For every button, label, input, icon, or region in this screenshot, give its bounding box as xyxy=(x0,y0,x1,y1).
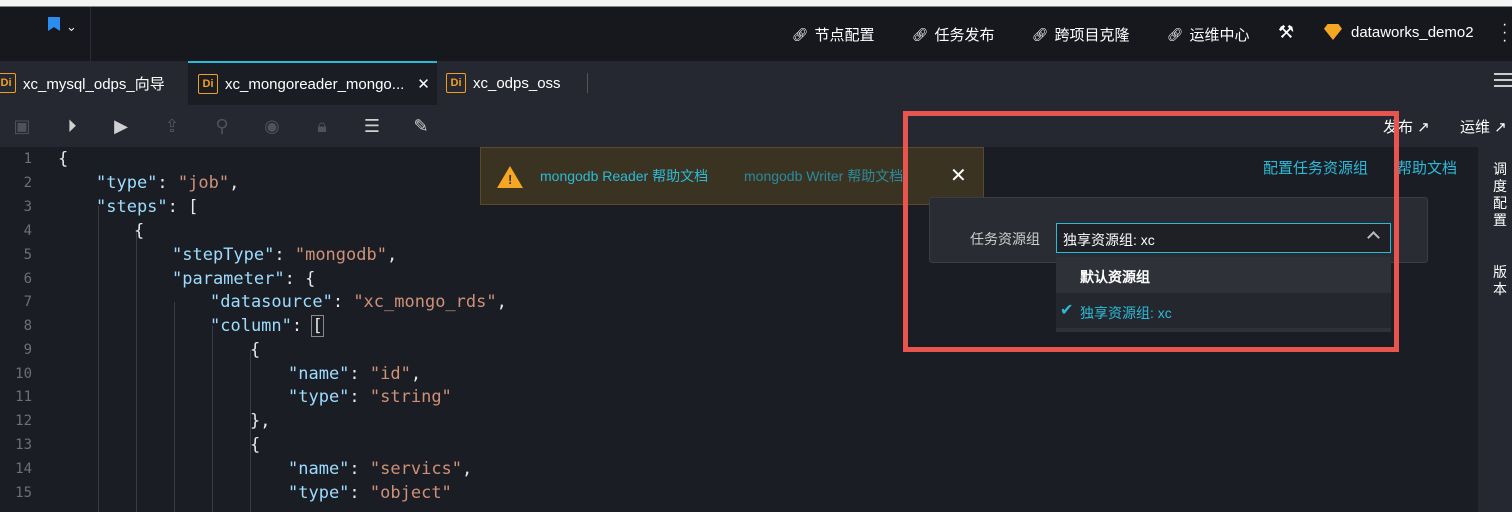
tab-divider xyxy=(587,73,588,93)
code-line: "parameter": { xyxy=(172,269,316,289)
line-number: 10 xyxy=(15,366,32,382)
run-icon[interactable]: ⏵︎ xyxy=(60,114,84,138)
code-line: "name": "id", xyxy=(288,364,422,384)
line-number: 5 xyxy=(23,247,32,263)
bookmark-icon[interactable] xyxy=(48,17,60,31)
code-line: { xyxy=(134,221,145,241)
indent-guide xyxy=(212,326,213,512)
stop-icon[interactable]: ◉ xyxy=(260,114,284,138)
wrench-icon[interactable]: ⚒ xyxy=(1278,22,1294,43)
tab-xc-mongoreader[interactable]: Di xc_mongoreader_mongo... ✕ xyxy=(188,61,437,105)
code-line: "column": [ xyxy=(210,315,324,337)
di-node-icon: Di xyxy=(446,73,466,93)
line-number: 12 xyxy=(15,413,32,429)
mongodb-writer-help-link[interactable]: mongodb Writer 帮助文档 xyxy=(744,166,903,186)
line-number: 2 xyxy=(23,175,32,191)
edit-tool-icon[interactable]: ✎ xyxy=(409,114,433,138)
tab-xc-mysql-odps[interactable]: Di xc_mysql_odps_向导 xyxy=(0,61,186,105)
code-line: "stepType": "mongodb", xyxy=(172,245,398,265)
ops-button[interactable]: 运维 ↗ xyxy=(1460,116,1507,137)
lock-icon[interactable]: 🔒︎ xyxy=(310,114,334,138)
diamond-icon xyxy=(1324,24,1342,40)
line-number: 1 xyxy=(23,151,32,167)
close-tab-icon[interactable]: ✕ xyxy=(417,75,430,93)
menu-icon[interactable] xyxy=(1494,73,1512,87)
di-node-icon: Di xyxy=(0,73,16,93)
code-line: { xyxy=(250,435,261,455)
link-icon: 🔗︎ xyxy=(792,26,809,42)
indent-guide xyxy=(98,206,99,512)
line-number: 7 xyxy=(23,294,32,310)
warning-icon xyxy=(497,166,523,188)
code-line: "type": "object" xyxy=(288,483,452,503)
run-with-params-icon[interactable]: ▶︎ xyxy=(109,114,133,138)
indent-guide xyxy=(136,231,137,512)
more-menu-icon[interactable]: · · · xyxy=(1502,17,1507,49)
header-divider xyxy=(90,7,91,61)
format-code-icon[interactable]: ☰ xyxy=(360,114,384,138)
link-icon: 🔗︎ xyxy=(1167,26,1184,42)
file-tab-bar: Di xc_mysql_odps_向导 Di xc_mongoreader_mo… xyxy=(0,61,1512,105)
code-line: "steps": [ xyxy=(96,197,199,217)
line-number: 9 xyxy=(23,342,32,358)
code-line: "datasource": "xc_mongo_rds", xyxy=(210,292,507,312)
nav-ops-center[interactable]: 🔗︎ 运维中心 xyxy=(1167,24,1250,45)
schedule-config-tab[interactable]: 调度配置 xyxy=(1492,161,1508,229)
link-icon: 🔗︎ xyxy=(912,26,929,42)
mongodb-reader-help-link[interactable]: mongodb Reader 帮助文档 xyxy=(540,166,708,186)
user-name[interactable]: dataworks_demo2 xyxy=(1351,24,1474,41)
line-number: 8 xyxy=(23,318,32,334)
line-number: 6 xyxy=(23,271,32,287)
link-icon: 🔗︎ xyxy=(1032,26,1049,42)
line-number: 3 xyxy=(23,199,32,215)
submit-icon[interactable]: ⇪ xyxy=(160,114,184,138)
code-line: "type": "job", xyxy=(96,173,240,193)
nav-task-publish[interactable]: 🔗︎ 任务发布 xyxy=(912,24,995,45)
window-top-strip xyxy=(0,0,1512,7)
line-number: 15 xyxy=(15,485,32,501)
line-number: 11 xyxy=(15,389,32,405)
code-line: "type": "string" xyxy=(288,387,452,407)
tab-xc-odps-oss[interactable]: Di xc_odps_oss xyxy=(446,61,586,105)
highlight-annotation-box xyxy=(903,111,1399,352)
code-line: { xyxy=(250,340,261,360)
version-tab[interactable]: 版本 xyxy=(1492,264,1508,298)
save-icon[interactable]: ▣ xyxy=(10,114,34,138)
di-node-icon: Di xyxy=(198,74,218,94)
indent-guide xyxy=(250,350,251,512)
submit-unlock-icon[interactable]: ⚲ xyxy=(210,114,234,138)
top-header: ⌄ 🔗︎ 节点配置 🔗︎ 任务发布 🔗︎ 跨项目克隆 🔗︎ 运维中心 ⚒ datawor… xyxy=(0,7,1512,61)
code-line: }, xyxy=(250,411,271,431)
right-side-rail: 调度配置 版本 xyxy=(1478,147,1512,512)
code-line: "name": "servics", xyxy=(288,459,473,479)
indent-guide xyxy=(174,302,175,512)
help-doc-link[interactable]: 帮助文档 xyxy=(1397,157,1457,178)
line-number: 14 xyxy=(15,461,32,477)
nav-cross-project-clone[interactable]: 🔗︎ 跨项目克隆 xyxy=(1032,24,1130,45)
line-number: 4 xyxy=(23,223,32,239)
nav-node-config[interactable]: 🔗︎ 节点配置 xyxy=(792,24,875,45)
chevron-down-icon[interactable]: ⌄ xyxy=(66,19,77,35)
line-number: 13 xyxy=(15,437,32,453)
code-line: { xyxy=(58,149,69,169)
